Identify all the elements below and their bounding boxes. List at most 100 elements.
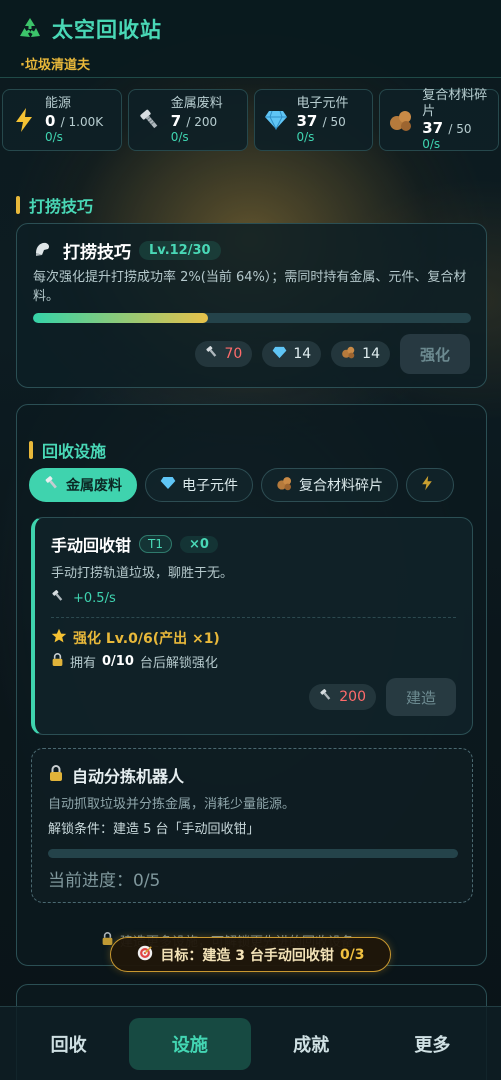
upgrade-info: 强化 Lv.0/6(产出 ×1)	[51, 628, 456, 648]
resource-max: / 1.00K	[60, 114, 104, 129]
facility-tabs: 金属废料 电子元件 复合材料碎片	[29, 468, 454, 502]
resource-composite: 复合材料碎片 37 / 50 0/s	[379, 88, 499, 152]
unlock-count: 0/10	[102, 654, 134, 669]
section-accent-bar	[16, 196, 20, 214]
rock-icon	[388, 107, 414, 133]
tab-label: 金属废料	[66, 478, 122, 494]
resource-bar: 能源 0 / 1.00K 0/s 金属废料 7 / 200 0/s 电子元件 3…	[0, 78, 501, 155]
facilities-panel: 回收设施 金属废料 电子元件 复合材料碎片 手动回收钳 T1 ×0 手动打捞轨道…	[16, 404, 487, 966]
lock-icon	[51, 652, 64, 671]
tab-composite[interactable]: 复合材料碎片	[261, 468, 398, 502]
lightning-icon	[421, 475, 433, 495]
facility-card-manual-claw: 手动回收钳 T1 ×0 手动打捞轨道垃圾，聊胜于无。 +0.5/s 强化 Lv.…	[31, 517, 473, 735]
unlock-condition: 解锁条件：建造 5 台「手动回收钳」	[48, 822, 260, 837]
section-facilities-header: 回收设施	[29, 438, 106, 462]
bottom-nav: 回收 设施 成就 更多	[0, 1006, 501, 1080]
cost-composite: 14	[331, 341, 390, 367]
resource-amount: 37 / 50	[297, 112, 349, 130]
section-skill-header: 打捞技巧	[16, 193, 93, 217]
resource-name: 金属废料	[170, 96, 223, 111]
resource-max: / 200	[186, 114, 218, 129]
nav-achievements[interactable]: 成就	[251, 1018, 372, 1070]
build-button[interactable]: 建造	[385, 678, 456, 716]
section-title: 回收设施	[42, 442, 107, 461]
screw-icon	[51, 589, 65, 607]
resource-electronics: 电子元件 37 / 50 0/s	[253, 89, 374, 151]
screw-icon	[319, 688, 333, 706]
tab-electronics[interactable]: 电子元件	[145, 468, 253, 502]
section-accent-bar	[29, 441, 33, 459]
unlock-suffix: 台后解锁强化	[139, 656, 218, 671]
screw-icon	[44, 475, 60, 495]
facility-name: 手动回收钳	[51, 536, 132, 555]
rock-icon	[341, 345, 356, 363]
recycle-icon	[16, 15, 44, 43]
goal-banner[interactable]: 目标：建造 3 台手动回收钳 0/3	[110, 937, 391, 972]
app-title: 太空回收站	[52, 18, 162, 42]
unlock-progress-label: 当前进度：0/5	[48, 871, 161, 891]
cost-value: 14	[362, 346, 380, 362]
resource-metal: 金属废料 7 / 200 0/s	[127, 89, 248, 151]
enhance-button[interactable]: 强化	[399, 334, 470, 374]
build-cost: 200	[309, 684, 376, 710]
nav-facilities[interactable]: 设施	[129, 1017, 251, 1070]
skill-level-badge: Lv.12/30	[139, 241, 221, 260]
resource-max: / 50	[448, 122, 472, 137]
resource-name: 电子元件	[296, 96, 349, 111]
skill-progress-bar	[33, 313, 471, 323]
resource-value: 37	[422, 119, 444, 138]
rock-icon	[276, 475, 293, 495]
resource-amount: 7 / 200	[171, 112, 223, 130]
section-title: 打捞技巧	[29, 197, 94, 216]
cost-electronics: 14	[262, 341, 322, 367]
diamond-icon	[263, 107, 289, 133]
skill-title: 打捞技巧	[63, 243, 131, 263]
locked-facility-description: 自动抓取垃圾并分拣金属，消耗少量能源。	[48, 797, 296, 812]
tab-label: 电子元件	[182, 478, 238, 494]
lock-icon	[48, 764, 64, 786]
tier-badge: T1	[139, 535, 172, 553]
resource-amount: 37 / 50	[422, 119, 490, 137]
facility-card-locked-robot: 自动分拣机器人 自动抓取垃圾并分拣金属，消耗少量能源。 解锁条件：建造 5 台「…	[31, 748, 473, 903]
resource-rate: 0/s	[45, 129, 63, 144]
screw-icon	[205, 345, 219, 363]
resource-rate: 0/s	[170, 129, 189, 144]
lightning-icon	[11, 107, 37, 133]
goal-progress: 0/3	[339, 946, 365, 963]
resource-rate: 0/s	[422, 137, 441, 152]
tab-label: 复合材料碎片	[299, 478, 383, 494]
unlock-prefix: 拥有	[70, 656, 97, 671]
facility-rate: +0.5/s	[51, 589, 456, 607]
skill-card: 打捞技巧 Lv.12/30 每次强化提升打捞成功率 2%(当前 64%）；需同时…	[16, 223, 487, 388]
resource-rate: 0/s	[296, 129, 315, 144]
nav-recycle[interactable]: 回收	[8, 1018, 129, 1070]
screw-icon	[137, 107, 163, 133]
app-subtitle: ·垃圾清道夫	[20, 58, 90, 73]
resource-value: 37	[296, 111, 318, 130]
target-icon	[136, 944, 154, 966]
diamond-icon	[160, 476, 176, 494]
cost-value: 70	[224, 346, 243, 362]
skill-description: 每次强化提升打捞成功率 2%(当前 64%）；需同时持有金属、元件、复合材料。	[33, 270, 467, 304]
resource-value: 0	[45, 111, 56, 130]
rate-value: +0.5/s	[73, 590, 116, 606]
upgrade-lock-info: 拥有 0/10 台后解锁强化	[51, 652, 456, 671]
resource-amount: 0 / 1.00K	[45, 112, 103, 130]
tab-metal[interactable]: 金属废料	[29, 468, 137, 502]
resource-energy: 能源 0 / 1.00K 0/s	[2, 89, 122, 151]
tab-energy[interactable]	[406, 468, 454, 502]
skill-progress-fill	[33, 313, 209, 323]
cost-value: 14	[293, 346, 312, 362]
resource-name: 复合材料碎片	[422, 88, 488, 119]
resource-name: 能源	[45, 96, 72, 111]
facility-description: 手动打捞轨道垃圾，聊胜于无。	[51, 566, 234, 581]
resource-value: 7	[170, 111, 182, 130]
goal-text: 目标：建造 3 台手动回收钳	[160, 947, 334, 964]
upgrade-level: 强化 Lv.0/6(产出 ×1)	[73, 631, 220, 647]
app-header: 太空回收站 ·垃圾清道夫	[0, 0, 501, 78]
nav-more[interactable]: 更多	[372, 1018, 493, 1070]
diamond-icon	[272, 346, 287, 363]
cost-value: 200	[339, 689, 366, 705]
resource-max: / 50	[322, 114, 346, 129]
locked-facility-name: 自动分拣机器人	[72, 767, 185, 786]
